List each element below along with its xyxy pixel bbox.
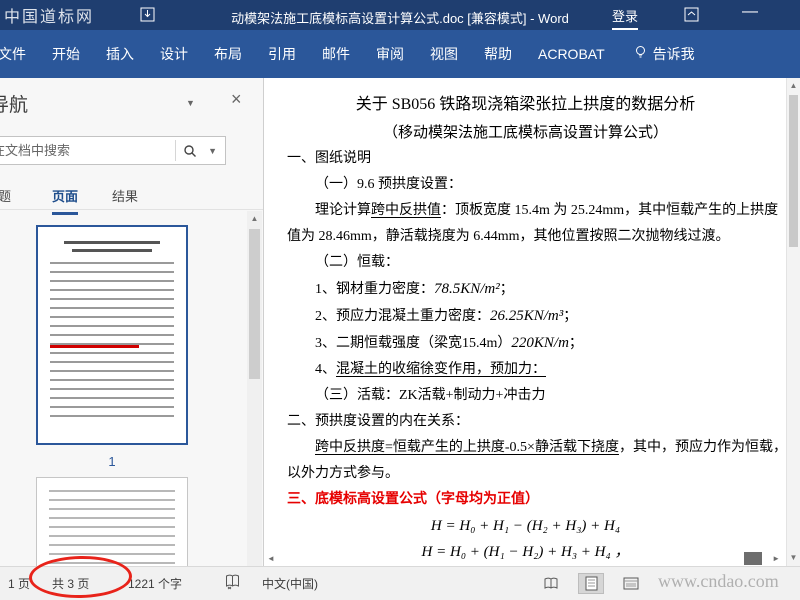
document-title: 动模架法施工底模标高设置计算公式.doc [兼容模式] - Word xyxy=(231,11,569,26)
tab-layout[interactable]: 布局 xyxy=(201,30,255,78)
thumbnail-title-line xyxy=(72,249,152,252)
chevron-down-icon[interactable]: ▼ xyxy=(186,98,195,108)
tab-view[interactable]: 视图 xyxy=(417,30,471,78)
doc-section-1: 一、图纸说明 xyxy=(287,151,371,166)
save-icon[interactable] xyxy=(140,7,155,27)
thumbnail-title-line xyxy=(63,241,161,244)
search-box: ▼ xyxy=(0,136,226,165)
doc-text: 理论计算 xyxy=(315,203,371,218)
tab-review[interactable]: 审阅 xyxy=(363,30,417,78)
thumbnail-text-lines xyxy=(50,262,174,422)
doc-text: ； xyxy=(568,336,583,351)
doc-formula-1: H = H₀ + H₁ − (H₂ + H₃) + H₄ xyxy=(430,518,621,534)
doc-math: 78.5KN/m² xyxy=(434,281,500,297)
horizontal-scrollbar[interactable]: ◄ ► xyxy=(265,551,786,566)
document-page: 关于 SB056 铁路现浇箱梁张拉上拱度的数据分析 （移动模架法施工底模标高设置… xyxy=(265,78,786,566)
word-count[interactable]: 1221 个字 xyxy=(128,575,182,592)
tab-acrobat[interactable]: ACROBAT xyxy=(525,30,618,78)
scroll-up-icon[interactable]: ▲ xyxy=(247,214,262,223)
doc-title-line-2: （移动模架法施工底模标高设置计算公式） xyxy=(382,125,668,141)
login-button[interactable]: 登录 xyxy=(612,6,639,30)
search-icon[interactable] xyxy=(176,144,204,158)
doc-underlined-text: 跨中反拱度=恒载产生的上拱度-0.5×静活载下挠度 xyxy=(315,440,619,455)
search-dropdown-icon[interactable]: ▼ xyxy=(204,146,225,156)
vertical-scrollbar[interactable]: ▲ ▼ xyxy=(786,78,800,566)
doc-text: ：顶板宽度 15.4m 为 25.24mm，其中恒载产生的上拱度 xyxy=(441,203,779,218)
minimize-button[interactable]: — xyxy=(742,3,758,21)
title-bar: 动模架法施工底模标高设置计算公式.doc [兼容模式] - Word 登录 — xyxy=(0,0,800,30)
status-bar: 1 页 共 3 页 1221 个字 中文(中国) xyxy=(0,566,800,600)
doc-paragraph: 理论计算跨中反拱值：顶板宽度 15.4m 为 25.24mm，其中恒载产生的上拱… xyxy=(287,198,778,224)
print-layout-icon[interactable] xyxy=(578,573,604,594)
tab-design[interactable]: 设计 xyxy=(147,30,201,78)
doc-section-2: 二、预拱度设置的内在关系： xyxy=(287,414,469,429)
tab-file[interactable]: 文件 xyxy=(0,30,39,78)
nav-tab-results[interactable]: 结果 xyxy=(112,186,138,205)
doc-section-1-2: （二）恒载： xyxy=(315,255,399,270)
close-icon[interactable]: × xyxy=(231,89,242,110)
scroll-down-icon[interactable]: ▼ xyxy=(787,553,800,562)
doc-title-line-1: 关于 SB056 铁路现浇箱梁张拉上拱度的数据分析 xyxy=(355,96,696,113)
doc-text: ； xyxy=(563,309,578,324)
search-input[interactable] xyxy=(0,143,176,158)
navigation-tabs: 标题 页面 结果 xyxy=(0,178,263,215)
nav-tab-headings[interactable]: 标题 xyxy=(0,186,11,205)
doc-text: 4、 xyxy=(315,362,336,377)
lightbulb-icon xyxy=(634,45,647,63)
proofing-icon[interactable] xyxy=(224,574,241,593)
web-layout-icon[interactable] xyxy=(618,573,644,594)
doc-text: 1、钢材重力密度： xyxy=(315,282,434,297)
doc-paragraph: 以外力方式参与。 xyxy=(287,466,399,481)
ribbon-tab-bar: 文件 开始 插入 设计 布局 引用 邮件 审阅 视图 帮助 ACROBAT 告诉… xyxy=(0,30,800,78)
page-2-thumbnail[interactable] xyxy=(36,477,188,566)
scroll-right-icon[interactable]: ► xyxy=(772,554,780,563)
scroll-up-icon[interactable]: ▲ xyxy=(787,81,800,90)
doc-section-3-red: 三、底模标高设置公式（字母均为正值） xyxy=(287,492,539,507)
read-mode-icon[interactable] xyxy=(538,573,564,594)
page-1-thumbnail[interactable] xyxy=(36,225,188,445)
page-indicator[interactable]: 1 页 xyxy=(8,575,30,592)
language-indicator[interactable]: 中文(中国) xyxy=(262,575,318,592)
tell-me-box[interactable]: 告诉我 xyxy=(634,44,695,64)
doc-text: 3、二期恒载强度（梁宽15.4m） xyxy=(315,336,512,351)
ribbon-display-options-icon[interactable] xyxy=(684,7,699,27)
tab-references[interactable]: 引用 xyxy=(255,30,309,78)
doc-list-item-2: 2、预应力混凝土重力密度：26.25KN/m³； xyxy=(287,303,764,330)
doc-text: ； xyxy=(499,282,514,297)
word-window: 动模架法施工底模标高设置计算公式.doc [兼容模式] - Word 登录 — … xyxy=(0,0,800,600)
page-thumbnail-list: 1 xyxy=(0,211,248,566)
scrollbar-thumb[interactable] xyxy=(789,95,798,247)
doc-text: ，其中，预应力作为恒载， xyxy=(618,440,786,455)
document-area[interactable]: 关于 SB056 铁路现浇箱梁张拉上拱度的数据分析 （移动模架法施工底模标高设置… xyxy=(265,78,786,566)
doc-section-1-1: （一）9.6 预拱度设置： xyxy=(315,177,462,192)
doc-list-item-4: 4、混凝土的收缩徐变作用，预加力： xyxy=(287,357,764,383)
doc-list-item-1: 1、钢材重力密度：78.5KN/m²； xyxy=(287,276,764,303)
thumbnail-scrollbar[interactable]: ▲ xyxy=(247,211,262,566)
doc-math: 220KN/m xyxy=(511,335,569,351)
scroll-left-icon[interactable]: ◄ xyxy=(267,554,275,563)
scrollbar-thumb[interactable] xyxy=(249,229,260,379)
navigation-pane-title: 导航 xyxy=(0,95,29,116)
thumbnail-red-line xyxy=(50,345,140,349)
doc-math: 26.25KN/m³ xyxy=(490,308,564,324)
page-1-number: 1 xyxy=(108,454,116,469)
doc-text: 2、预应力混凝土重力密度： xyxy=(315,309,490,324)
total-pages-indicator[interactable]: 共 3 页 xyxy=(52,575,89,592)
scrollbar-thumb[interactable] xyxy=(744,552,762,565)
doc-list-item-3: 3、二期恒载强度（梁宽15.4m）220KN/m； xyxy=(287,330,764,357)
doc-paragraph: 跨中反拱度=恒载产生的上拱度-0.5×静活载下挠度，其中，预应力作为恒载， xyxy=(287,435,786,461)
doc-section-1-3: （三）活载：ZK活载+制动力+冲击力 xyxy=(315,388,546,403)
tell-me-label: 告诉我 xyxy=(652,46,695,62)
navigation-pane: 导航 ▼ × ▼ 标题 页面 结果 1 xyxy=(0,78,264,566)
tab-home[interactable]: 开始 xyxy=(39,30,93,78)
thumbnail-text-lines xyxy=(49,490,175,566)
tab-help[interactable]: 帮助 xyxy=(471,30,525,78)
tab-mailings[interactable]: 邮件 xyxy=(309,30,363,78)
doc-underlined-text: 混凝土的收缩徐变作用，预加力： xyxy=(336,362,546,377)
doc-paragraph: 值为 28.46mm，静活载挠度为 6.44mm，其他位置按照二次抛物线过渡。 xyxy=(287,229,730,244)
tab-insert[interactable]: 插入 xyxy=(93,30,147,78)
doc-underlined-text: 跨中反拱值 xyxy=(371,203,441,218)
